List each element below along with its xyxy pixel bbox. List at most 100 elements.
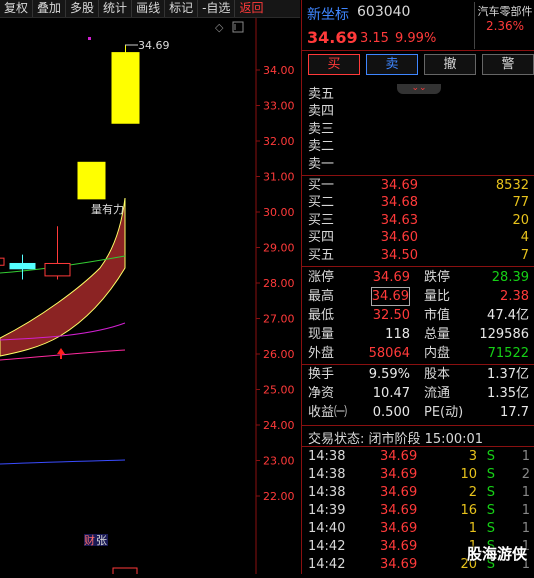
tick-row: 14:38 34.69 3 S 1 — [302, 448, 534, 466]
ask-row[interactable]: 卖五 — [302, 86, 534, 103]
y-tick-label: 29.00 — [263, 242, 295, 255]
sector-box[interactable]: 汽车零部件 2.36% — [474, 2, 534, 49]
trade-status: 交易状态: 闭市阶段 15:00:01 — [308, 432, 484, 447]
tick-n: 1 — [521, 485, 530, 500]
bid-row[interactable]: 买二 34.68 77 — [302, 194, 534, 211]
candle-body — [44, 262, 71, 277]
stat-label: 换手 — [308, 367, 335, 382]
bollinger-band — [0, 197, 126, 357]
stats-row: 现量 118 总量 129586 — [302, 325, 534, 344]
candle-body — [0, 257, 5, 266]
tick-row: 14:40 34.69 1 S 1 — [302, 520, 534, 538]
ts-divider — [302, 425, 534, 426]
kline-chart[interactable]: ◇ 34.00 33.00 32.00 31.00 30.00 29.00 28.00 27.… — [0, 18, 300, 577]
finance-tag-label-2: 张 — [96, 534, 107, 547]
stat-value: 0.500 — [372, 405, 410, 420]
stats-row: 收益㈠ 0.500 PE(动) 17.7 — [302, 403, 534, 422]
tick-t: 14:40 — [308, 521, 346, 536]
tick-n: 1 — [521, 503, 530, 518]
order-price: 34.63 — [380, 212, 418, 228]
toolbar-multi-stock[interactable]: 多股 — [66, 0, 100, 17]
tick-bs: S — [486, 503, 495, 518]
toolbar-statistics[interactable]: 统计 — [99, 0, 133, 17]
tick-n: 1 — [521, 449, 530, 464]
order-volume: 77 — [512, 195, 529, 211]
toolbar-fuquan[interactable]: 复权 — [0, 0, 34, 17]
stat-value: 2.38 — [500, 289, 529, 304]
toolbar-overlay[interactable]: 叠加 — [33, 0, 67, 17]
toolbar-back[interactable]: 返回 — [235, 0, 267, 17]
stats-row: 外盘 58064 内盘 71522 — [302, 344, 534, 363]
tick-p: 34.69 — [380, 521, 418, 536]
toolbar-watchlist[interactable]: -自选 — [198, 0, 236, 17]
bid-row[interactable]: 买四 34.60 4 — [302, 229, 534, 246]
y-tick-label: 26.00 — [263, 348, 295, 361]
buy-button[interactable]: 买 — [308, 54, 360, 75]
ma-line-blue — [0, 459, 126, 465]
stat-label: 股本 — [424, 367, 451, 382]
high-price-label: 34.69 — [138, 39, 170, 52]
tick-p: 34.69 — [380, 467, 418, 482]
stats-table: 涨停 34.69 跌停 28.39 最高 34.69 量比 2.38 最低 32.50 市值 47.4… — [302, 268, 534, 422]
stat-label: 流通 — [424, 386, 451, 401]
order-price — [358, 121, 418, 138]
tick-row: 14:38 34.69 2 S 1 — [302, 484, 534, 502]
bid-row[interactable]: 买一 34.69 8532 — [302, 177, 534, 194]
tick-n: 1 — [521, 521, 530, 536]
cancel-order-button[interactable]: 撤 — [424, 54, 476, 75]
chart-toolbar: 复权 叠加 多股 统计 画线 标记 -自选 返回 — [0, 0, 300, 18]
ask-row[interactable]: 卖二 — [302, 138, 534, 155]
stat-value: 118 — [385, 327, 410, 342]
bid-book: 买一 34.69 8532 买二 34.68 77 买三 34.63 20 买四 34.60 4 买五 3… — [302, 177, 534, 264]
stats-row: 最高 34.69 量比 2.38 — [302, 287, 534, 306]
candle-body — [9, 262, 36, 270]
ask-row[interactable]: 卖四 — [302, 103, 534, 120]
stat-value: 47.4亿 — [487, 308, 529, 323]
alert-button[interactable]: 警 — [482, 54, 534, 75]
tick-p: 34.69 — [380, 557, 418, 572]
order-price — [358, 156, 418, 173]
signal-dot — [88, 37, 91, 40]
tick-bs: S — [486, 467, 495, 482]
tick-row: 14:38 34.69 10 S 2 — [302, 466, 534, 484]
y-tick-label: 24.00 — [263, 419, 295, 432]
order-level-label: 买四 — [308, 230, 335, 246]
stat-label: PE(动) — [424, 405, 464, 420]
tick-v: 3 — [468, 449, 477, 464]
order-price — [358, 103, 418, 120]
ask-row[interactable]: 卖一 — [302, 156, 534, 173]
price-change-pct: 9.99% — [395, 31, 437, 46]
diamond-icon[interactable]: ◇ — [215, 21, 224, 34]
stat-label: 涨停 — [308, 270, 335, 285]
quote-panel: 新坐标 603040 34.69 3.15 9.99% 汽车零部件 2.36% … — [301, 0, 534, 574]
y-tick-label: 28.00 — [263, 277, 295, 290]
stats-row: 最低 32.50 市值 47.4亿 — [302, 306, 534, 325]
sell-button[interactable]: 卖 — [366, 54, 418, 75]
stat-value: 1.37亿 — [487, 367, 529, 382]
bid-row[interactable]: 买五 34.50 7 — [302, 247, 534, 264]
tick-bs: S — [486, 521, 495, 536]
stats-row: 净资 10.47 流通 1.35亿 — [302, 384, 534, 403]
order-level-label: 买一 — [308, 178, 335, 193]
stat-value: 17.7 — [500, 405, 529, 420]
order-price — [358, 138, 418, 155]
last-price: 34.69 — [307, 28, 358, 47]
bid-row[interactable]: 买三 34.63 20 — [302, 212, 534, 229]
ask-row[interactable]: 卖三 — [302, 121, 534, 138]
stat-value: 34.69 — [370, 287, 410, 306]
stock-code: 603040 — [357, 4, 411, 20]
stat-label: 净资 — [308, 386, 335, 401]
toolbar-draw-line[interactable]: 画线 — [132, 0, 166, 17]
stat-label: 外盘 — [308, 346, 335, 361]
sector-pct: 2.36% — [485, 19, 525, 33]
tick-v: 10 — [460, 467, 477, 482]
tick-t: 14:38 — [308, 485, 346, 500]
order-level-label: 买三 — [308, 212, 335, 228]
toolbar-mark[interactable]: 标记 — [165, 0, 199, 17]
tick-t: 14:42 — [308, 557, 346, 572]
tick-t: 14:42 — [308, 539, 346, 554]
stat-value: 1.35亿 — [487, 386, 529, 401]
stat-value: 10.47 — [372, 386, 410, 401]
tick-row: 14:39 34.69 16 S 1 — [302, 502, 534, 520]
y-tick-label: 30.00 — [263, 206, 295, 219]
